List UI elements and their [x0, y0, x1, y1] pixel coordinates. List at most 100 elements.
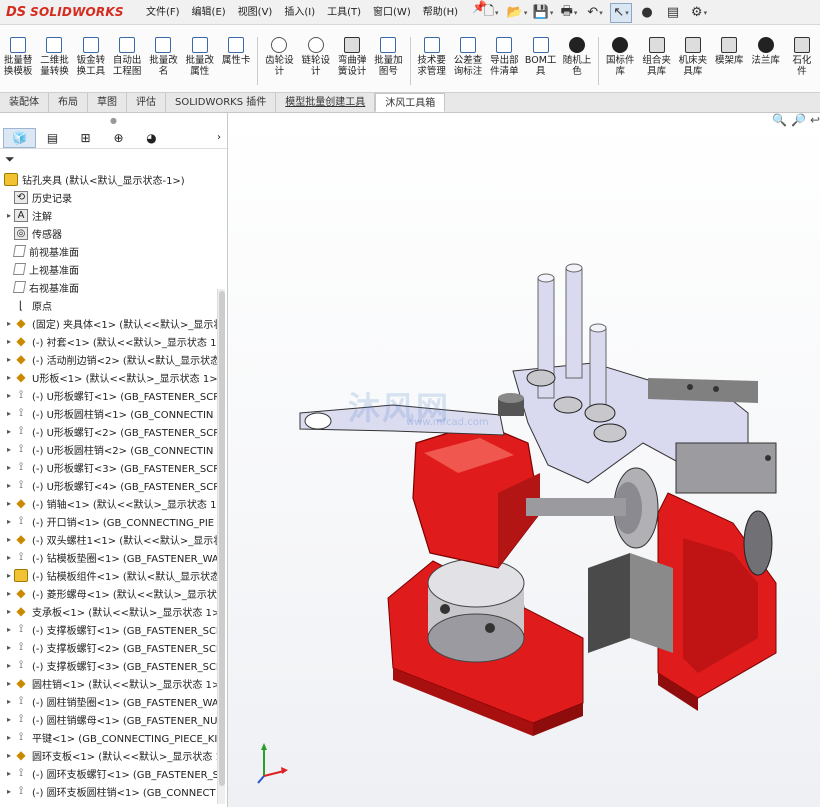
- sheetmetal-convert-button[interactable]: 钣金转 换工具: [73, 37, 108, 77]
- expand-arrow-icon[interactable]: ▸: [4, 787, 14, 796]
- graphics-area[interactable]: 🔍 🔎 ↩ 沐风网 www.mfcad.com: [228, 113, 820, 807]
- tree-item[interactable]: 前视基准面: [0, 242, 227, 260]
- tree-scrollbar[interactable]: [217, 289, 225, 804]
- menu-view[interactable]: 视图(V): [232, 0, 279, 25]
- expand-arrow-icon[interactable]: ▸: [4, 463, 14, 472]
- traffic-light-icon[interactable]: ●: [636, 3, 658, 23]
- auto-drawing-button[interactable]: 自动出 工程图: [109, 37, 144, 77]
- save-icon[interactable]: 💾 ▾: [532, 3, 554, 23]
- property-card-button[interactable]: 属性卡: [218, 37, 253, 66]
- expand-arrow-icon[interactable]: ▸: [4, 553, 14, 562]
- batch-template-replace-button[interactable]: 批量替 换模板: [1, 37, 36, 77]
- print-icon[interactable]: 🖶 ▾: [558, 3, 580, 23]
- expand-arrow-icon[interactable]: ▸: [4, 769, 14, 778]
- tree-item[interactable]: ▸ ⟟ (-) 开口销<1> (GB_CONNECTING_PIE: [0, 512, 227, 530]
- expand-arrow-icon[interactable]: ▸: [4, 517, 14, 526]
- scrollbar-thumb[interactable]: [219, 291, 225, 786]
- feature-manager-tab-icon[interactable]: 🧊: [3, 127, 36, 148]
- display-manager-tab-icon[interactable]: ◕: [135, 128, 168, 148]
- tree-item[interactable]: ▸ ⟟ (-) U形板螺钉<3> (GB_FASTENER_SCR: [0, 458, 227, 476]
- dimxpert-tab-icon[interactable]: ⊕: [102, 128, 135, 148]
- tree-item[interactable]: ▸ ⟟ (-) 圆柱销垫圈<1> (GB_FASTENER_WA: [0, 692, 227, 710]
- open-folder-icon[interactable]: 📂 ▾: [506, 3, 528, 23]
- tree-item[interactable]: ▸ ⟟ (-) U形板螺钉<1> (GB_FASTENER_SCR: [0, 386, 227, 404]
- tree-item[interactable]: ▸ ⟟ (-) 支撑板螺钉<3> (GB_FASTENER_SCI: [0, 656, 227, 674]
- tree-item[interactable]: ▸ ◆ (-) 菱形螺母<1> (默认<<默认>_显示状: [0, 584, 227, 602]
- chevron-right-icon[interactable]: ›: [211, 128, 227, 148]
- sprocket-design-button[interactable]: 链轮设计: [298, 37, 333, 77]
- tree-item[interactable]: ▸ ⟟ (-) 钻模板垫圈<1> (GB_FASTENER_WA: [0, 548, 227, 566]
- machine-fixture-button[interactable]: 机床夹 具库: [675, 37, 710, 77]
- tree-item[interactable]: ▸ ⟟ (-) 支撑板螺钉<2> (GB_FASTENER_SCI: [0, 638, 227, 656]
- expand-arrow-icon[interactable]: ▸: [4, 625, 14, 634]
- new-document-icon[interactable]: 🗋 ▾: [480, 3, 502, 23]
- petrochem-button[interactable]: 石化件: [784, 37, 819, 77]
- tree-item[interactable]: ▸ ◆ (-) 活动削边销<2> (默认<默认_显示状态: [0, 350, 227, 368]
- fixture-library-button[interactable]: 组合夹 具库: [639, 37, 674, 77]
- menu-insert[interactable]: 插入(I): [278, 0, 321, 25]
- tree-item[interactable]: ▸ ⟟ (-) U形板圆柱销<1> (GB_CONNECTIN: [0, 404, 227, 422]
- expand-arrow-icon[interactable]: ▸: [4, 535, 14, 544]
- tree-item[interactable]: ▸ ⟟ (-) 圆环支板圆柱销<1> (GB_CONNECT: [0, 782, 227, 800]
- file-properties-icon[interactable]: ▤: [662, 3, 684, 23]
- mold-base-button[interactable]: 模架库: [712, 37, 747, 66]
- expand-arrow-icon[interactable]: ▸: [4, 337, 14, 346]
- panel-grip-icon[interactable]: ●: [0, 113, 227, 127]
- gear-design-button[interactable]: 齿轮设计: [262, 37, 297, 77]
- solidworks-logo[interactable]: DS SOLIDWORKS: [0, 0, 130, 25]
- tree-item[interactable]: ▸ ⟟ (-) U形板螺钉<4> (GB_FASTENER_SCR: [0, 476, 227, 494]
- tree-item[interactable]: 上视基准面: [0, 260, 227, 278]
- menu-help[interactable]: 帮助(H): [417, 0, 464, 25]
- undo-icon[interactable]: ↶ ▾: [584, 3, 606, 23]
- expand-arrow-icon[interactable]: ▸: [4, 589, 14, 598]
- tree-item[interactable]: ▸ ⟟ (-) 圆环支板螺钉<1> (GB_FASTENER_S: [0, 764, 227, 782]
- tab-batch-model-tools[interactable]: 模型批量创建工具: [276, 93, 376, 112]
- tab-sketch[interactable]: 草图: [88, 93, 127, 112]
- tree-item[interactable]: ▸ ◆ U形板<1> (默认<<默认>_显示状态 1>: [0, 368, 227, 386]
- spring-design-button[interactable]: 弯曲弹 簧设计: [334, 37, 369, 77]
- tree-item[interactable]: ▸ ⟟ 平键<1> (GB_CONNECTING_PIECE_KI: [0, 728, 227, 746]
- tree-item[interactable]: ▸ ◆ (-) 衬套<1> (默认<<默认>_显示状态 1: [0, 332, 227, 350]
- expand-arrow-icon[interactable]: ▸: [4, 211, 14, 220]
- expand-arrow-icon[interactable]: ▸: [4, 751, 14, 760]
- expand-arrow-icon[interactable]: ▸: [4, 679, 14, 688]
- flange-library-button[interactable]: 法兰库: [748, 37, 783, 66]
- bom-tool-button[interactable]: BOM工具: [523, 37, 558, 77]
- tree-item[interactable]: ◎ 传感器: [0, 224, 227, 242]
- tree-item[interactable]: ▸ ⟟ (-) U形板圆柱销<2> (GB_CONNECTIN: [0, 440, 227, 458]
- tab-layout[interactable]: 布局: [49, 93, 88, 112]
- tree-item[interactable]: ⌊ 原点: [0, 296, 227, 314]
- tree-item[interactable]: ▸ ◆ 支承板<1> (默认<<默认>_显示状态 1>: [0, 602, 227, 620]
- batch-2d-convert-button[interactable]: 二维批 量转换: [37, 37, 72, 77]
- tree-item[interactable]: 右视基准面: [0, 278, 227, 296]
- expand-arrow-icon[interactable]: ▸: [4, 499, 14, 508]
- random-color-button[interactable]: 随机上色: [559, 37, 594, 77]
- gb-library-button[interactable]: 国标件库: [603, 37, 638, 77]
- tech-requirement-button[interactable]: 技术要 求管理: [414, 37, 449, 77]
- expand-arrow-icon[interactable]: ▸: [4, 355, 14, 364]
- tree-item[interactable]: ▸ ◆ 圆环支板<1> (默认<<默认>_显示状态 1: [0, 746, 227, 764]
- batch-rename-button[interactable]: 批量改名: [146, 37, 181, 77]
- batch-property-button[interactable]: 批量改 属性: [182, 37, 217, 77]
- tree-item[interactable]: ▸ (-) 钻模板组件<1> (默认<默认_显示状态: [0, 566, 227, 584]
- tree-root[interactable]: 钻孔夹具 (默认<默认_显示状态-1>): [0, 170, 227, 188]
- expand-arrow-icon[interactable]: ▸: [4, 643, 14, 652]
- expand-arrow-icon[interactable]: ▸: [4, 391, 14, 400]
- tree-item[interactable]: ▸ ⟟ (-) 圆柱销螺母<1> (GB_FASTENER_NU: [0, 710, 227, 728]
- property-manager-tab-icon[interactable]: ▤: [36, 128, 69, 148]
- expand-arrow-icon[interactable]: ▸: [4, 481, 14, 490]
- expand-arrow-icon[interactable]: ▸: [4, 373, 14, 382]
- menu-edit[interactable]: 编辑(E): [186, 0, 232, 25]
- tree-item[interactable]: ▸ ⟟ (-) 支撑板螺钉<1> (GB_FASTENER_SCI: [0, 620, 227, 638]
- expand-arrow-icon[interactable]: ▸: [4, 733, 14, 742]
- tree-item[interactable]: ▸ ◆ (固定) 夹具体<1> (默认<<默认>_显示状: [0, 314, 227, 332]
- expand-arrow-icon[interactable]: ▸: [4, 661, 14, 670]
- expand-arrow-icon[interactable]: ▸: [4, 607, 14, 616]
- expand-arrow-icon[interactable]: ▸: [4, 319, 14, 328]
- tree-item[interactable]: ▸ ◆ (-) 双头螺柱1<1> (默认<<默认>_显示状: [0, 530, 227, 548]
- tab-assembly[interactable]: 装配体: [0, 93, 49, 112]
- menu-window[interactable]: 窗口(W): [367, 0, 417, 25]
- select-pointer-icon[interactable]: ↖ ▾: [610, 2, 632, 23]
- export-bom-button[interactable]: 导出部 件清单: [487, 37, 522, 77]
- tree-item[interactable]: ▸ ◆ 圆柱销<1> (默认<<默认>_显示状态 1>: [0, 674, 227, 692]
